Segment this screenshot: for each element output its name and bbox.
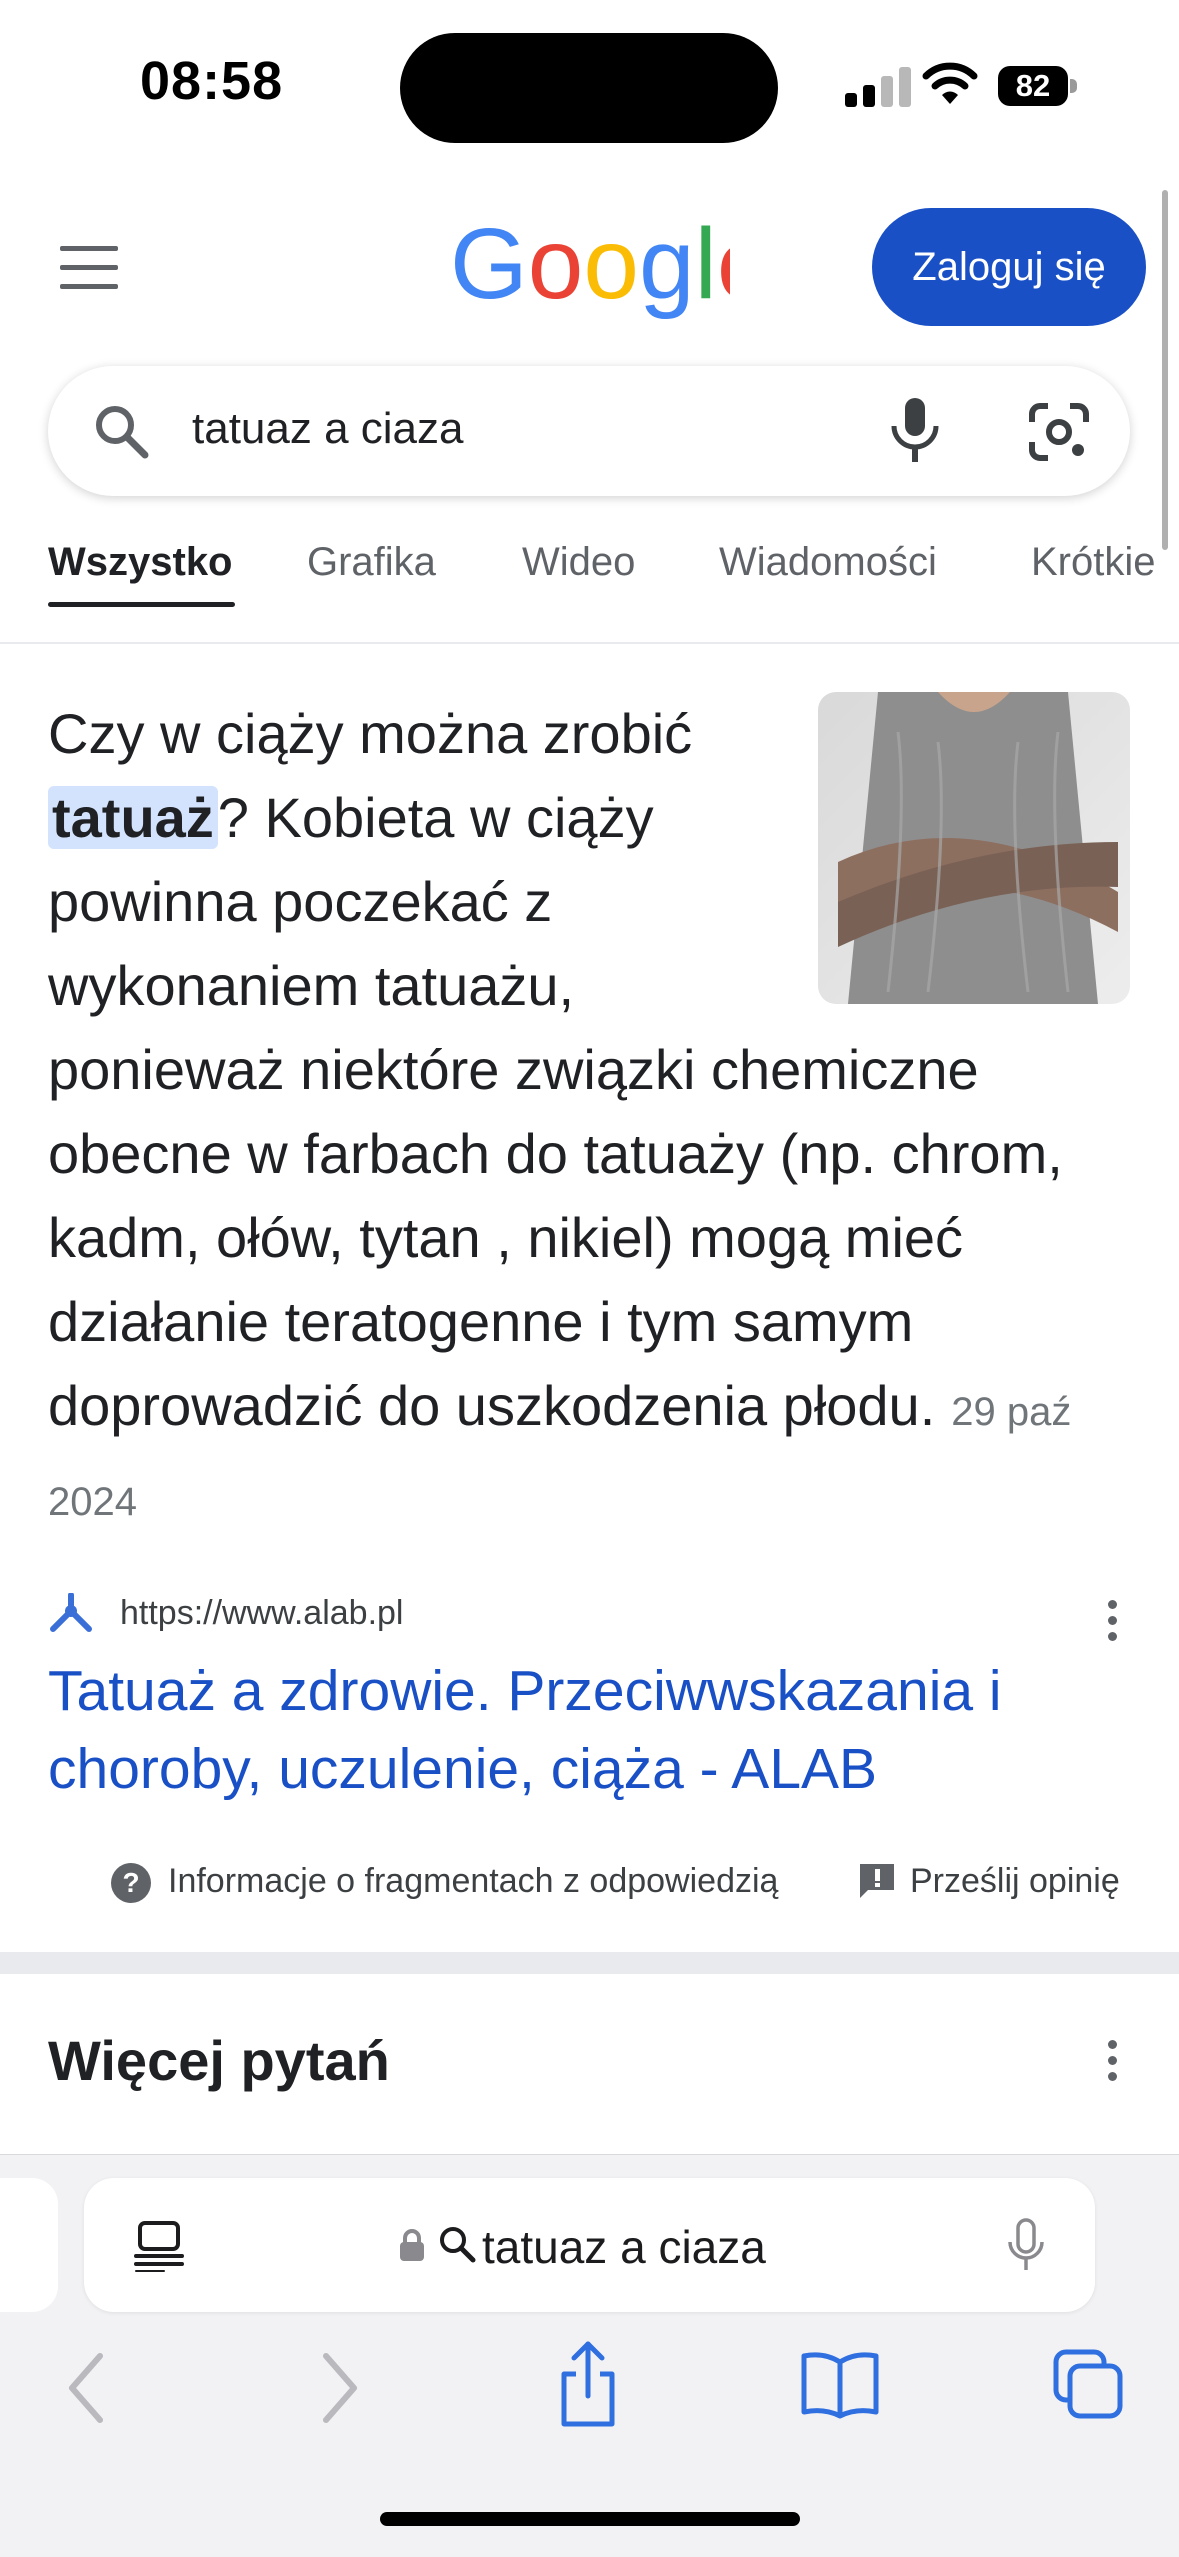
more-options-icon[interactable] (1100, 2040, 1124, 2086)
tab-images[interactable]: Grafika (307, 540, 436, 585)
tab-news[interactable]: Wiadomości (719, 540, 937, 585)
previous-tab-card[interactable] (0, 2178, 58, 2312)
status-time: 08:58 (140, 51, 284, 111)
microphone-icon[interactable] (884, 396, 946, 466)
logo-letter: l (695, 210, 717, 320)
home-indicator (380, 2512, 800, 2526)
menu-icon[interactable] (60, 246, 118, 290)
more-options-icon[interactable] (1100, 1600, 1124, 1646)
dynamic-island (400, 33, 778, 143)
feedback-link[interactable]: Prześlij opinię (910, 1862, 1120, 1901)
logo-letter: g (639, 210, 695, 320)
battery-level: 82 (1015, 68, 1051, 103)
battery-icon: 82 (998, 66, 1078, 106)
result-title-link[interactable]: Tatuaż a zdrowie. Przeciwwskazania i cho… (48, 1652, 1128, 1808)
tab-video[interactable]: Wideo (522, 540, 635, 585)
wifi-icon (922, 62, 978, 104)
svg-text:Google: Google (450, 210, 730, 320)
logo-letter: G (450, 210, 528, 320)
lock-icon (400, 2229, 424, 2261)
microphone-icon[interactable] (1006, 2218, 1046, 2274)
divider (0, 642, 1179, 644)
help-icon[interactable]: ? (110, 1862, 152, 1904)
snippet-pre: Czy w ciąży można zrobić (48, 702, 693, 765)
tabs-icon[interactable] (1052, 2348, 1124, 2420)
snippet-highlight: tatuaż (48, 786, 218, 849)
alab-favicon-icon (50, 1593, 92, 1632)
snippet-info-link[interactable]: Informacje o fragmentach z odpowiedzią (168, 1862, 778, 1901)
scrollbar[interactable] (1162, 190, 1168, 550)
search-input[interactable]: tatuaz a ciaza (192, 404, 464, 454)
forward-icon[interactable] (316, 2348, 364, 2428)
logo-letter: e (717, 210, 730, 320)
login-button[interactable]: Zaloguj się (872, 208, 1146, 326)
result-url[interactable]: https://www.alab.pl (120, 1594, 403, 1633)
svg-text:?: ? (122, 1867, 139, 1898)
bookmarks-icon[interactable] (800, 2350, 880, 2420)
tab-shorts[interactable]: Krótkie (1031, 540, 1156, 585)
featured-snippet-text: Czy w ciąży można zrobić tatuaż? Kobieta… (48, 692, 1128, 1544)
active-tab-indicator (48, 602, 235, 607)
logo-letter: o (583, 210, 639, 320)
google-logo[interactable]: Google (450, 210, 730, 325)
lens-icon[interactable] (1028, 402, 1090, 462)
logo-letter: o (528, 210, 584, 320)
more-questions-heading: Więcej pytań (48, 2029, 390, 2092)
back-icon[interactable] (62, 2348, 110, 2428)
search-icon (96, 406, 149, 459)
page-menu-icon[interactable] (134, 2220, 184, 2272)
snippet-post: ? Kobieta w ciąży powinna poczekać z wyk… (48, 786, 1063, 1437)
share-icon[interactable] (556, 2340, 620, 2428)
search-icon (440, 2227, 476, 2263)
tab-all[interactable]: Wszystko (48, 540, 233, 585)
section-divider (0, 1952, 1179, 1974)
feedback-icon[interactable] (858, 1862, 896, 1900)
address-text[interactable]: tatuaz a ciaza (482, 2220, 766, 2274)
